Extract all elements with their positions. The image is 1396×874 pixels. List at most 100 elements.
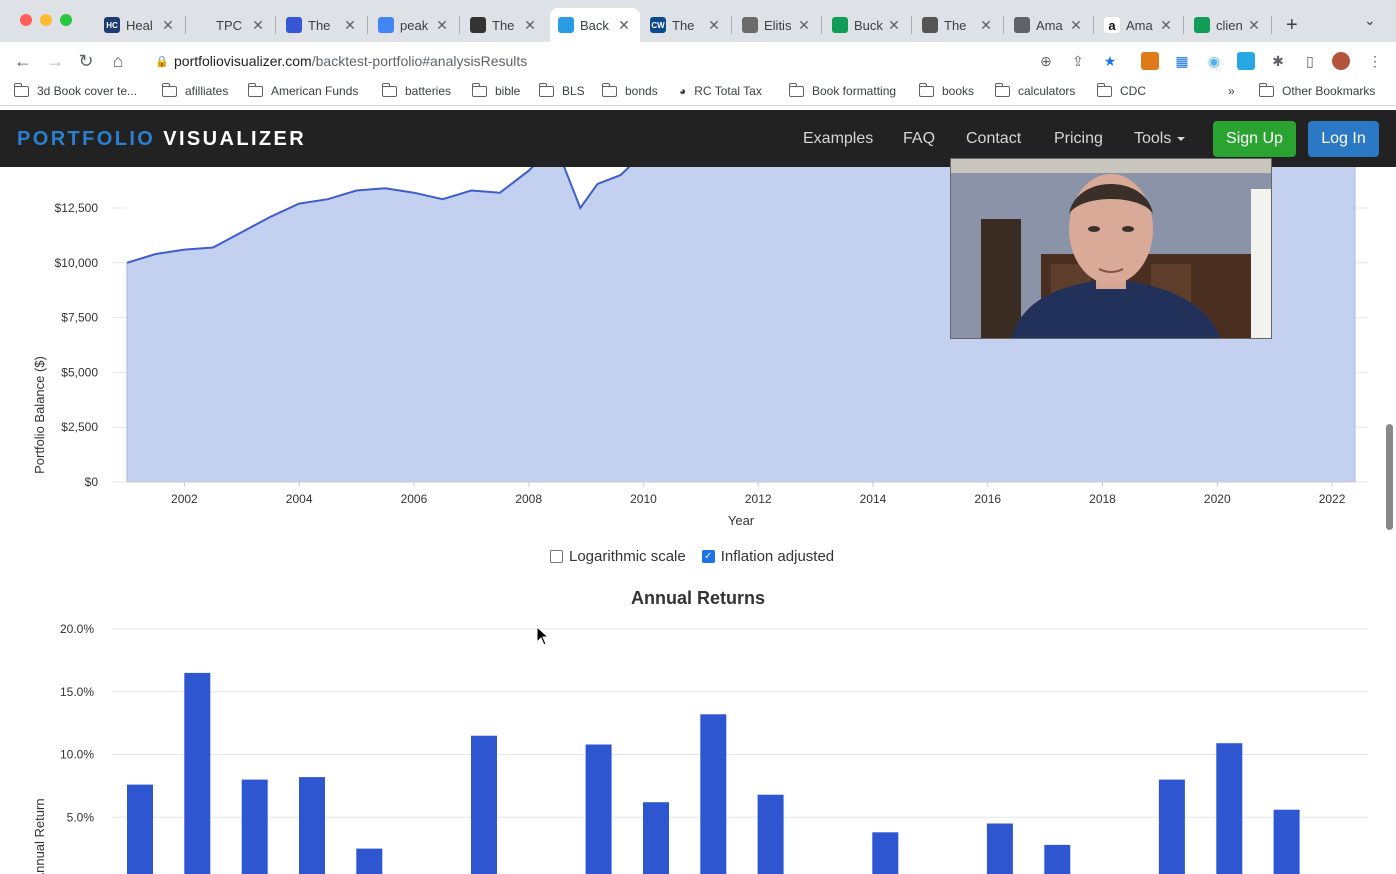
x-tick-label: 2022	[1319, 492, 1346, 506]
bookmark-item[interactable]: Book formatting	[789, 82, 896, 98]
inflation-adjusted-label[interactable]: Inflation adjusted	[721, 548, 834, 565]
x-tick-label: 2020	[1204, 492, 1231, 506]
ruler-icon	[922, 17, 938, 33]
browser-tab[interactable]: a Ama ✕	[1096, 8, 1182, 42]
bookmark-label: calculators	[1018, 84, 1076, 98]
bookmark-star-icon[interactable]: ★	[1101, 52, 1119, 70]
tab-title: Heal	[126, 17, 153, 33]
close-tab-icon[interactable]: ✕	[522, 17, 538, 34]
nav-faq[interactable]: FAQ	[903, 130, 935, 148]
address-bar[interactable]: 🔒 portfoliovisualizer.com/backtest-portf…	[142, 47, 1130, 75]
other-bookmarks-folder[interactable]: Other Bookmarks	[1259, 82, 1375, 98]
close-tab-icon[interactable]: ✕	[434, 17, 450, 34]
browser-tab[interactable]: Elitis ✕	[734, 8, 820, 42]
browser-tab[interactable]: TPC ✕	[186, 8, 274, 42]
extension-orange-icon[interactable]	[1141, 52, 1159, 70]
log-in-button[interactable]: Log In	[1308, 121, 1379, 157]
browser-tab[interactable]: Buck ✕	[824, 8, 910, 42]
tab-search-chevron-icon[interactable]: ⌄	[1364, 12, 1376, 29]
bookmark-item[interactable]: bonds	[602, 82, 658, 98]
bookmark-item[interactable]: CDC	[1097, 82, 1146, 98]
chart-options: Logarithmic scale ✓ Inflation adjusted	[550, 548, 834, 565]
close-tab-icon[interactable]: ✕	[706, 17, 722, 34]
forward-arrow-icon[interactable]: →	[44, 50, 66, 72]
folder-icon	[248, 82, 263, 97]
bookmark-item[interactable]: calculators	[995, 82, 1076, 98]
browser-tab[interactable]: CW The ✕	[642, 8, 730, 42]
browser-tab[interactable]: The ✕	[914, 8, 1002, 42]
bookmark-item[interactable]: batteries	[382, 82, 451, 98]
browser-tab[interactable]: The ✕	[278, 8, 366, 42]
close-tab-icon[interactable]: ✕	[1068, 17, 1084, 34]
reload-icon[interactable]: ↻	[75, 50, 97, 72]
sign-up-button[interactable]: Sign Up	[1213, 121, 1296, 157]
browser-tab[interactable]: Back ✕	[550, 8, 640, 42]
maximize-window-button[interactable]	[60, 14, 72, 26]
hc-icon: HC	[104, 17, 120, 33]
nav-contact[interactable]: Contact	[966, 130, 1021, 148]
bookmark-item[interactable]: books	[919, 82, 975, 98]
zoom-icon[interactable]: ⊕	[1037, 52, 1055, 70]
y-tick-label: $12,500	[55, 201, 99, 215]
annual-return-bar	[1044, 844, 1071, 874]
tab-separator	[275, 16, 276, 34]
tab-title: clien	[1216, 17, 1243, 33]
url-text: portfoliovisualizer.com/backtest-portfol…	[174, 53, 528, 69]
bookmarks-overflow-chevron-icon[interactable]: »	[1228, 84, 1235, 98]
bookmark-item[interactable]: bible	[472, 82, 521, 98]
close-tab-icon[interactable]: ✕	[886, 17, 902, 34]
extension-blue-icon[interactable]	[1237, 52, 1255, 70]
profile-avatar[interactable]	[1332, 52, 1350, 70]
browser-tab[interactable]: HC Heal ✕	[96, 8, 184, 42]
tab-title: Ama	[1126, 17, 1153, 33]
close-tab-icon[interactable]: ✕	[342, 17, 358, 34]
browser-tab[interactable]: Ama ✕	[1006, 8, 1092, 42]
bookmark-item[interactable]: 3d Book cover te...	[14, 82, 137, 98]
side-panel-icon[interactable]: ▯	[1301, 52, 1319, 70]
browser-menu-icon[interactable]: ⋮	[1366, 52, 1384, 70]
nav-pricing[interactable]: Pricing	[1054, 130, 1103, 148]
bookmark-item[interactable]: afilliates	[162, 82, 228, 98]
close-tab-icon[interactable]: ✕	[796, 17, 812, 34]
bookmark-item[interactable]: American Funds	[248, 82, 358, 98]
page-scrollbar[interactable]	[1386, 424, 1393, 530]
back-arrow-icon[interactable]: ←	[12, 50, 34, 72]
browser-tab[interactable]: The ✕	[462, 8, 546, 42]
y-axis-title: Portfolio Balance ($)	[32, 356, 47, 474]
log-scale-checkbox[interactable]	[550, 550, 563, 563]
close-tab-icon[interactable]: ✕	[160, 17, 176, 34]
tab-title: The	[492, 17, 515, 33]
extension-circle-icon[interactable]: ◉	[1205, 52, 1223, 70]
extensions-puzzle-icon[interactable]: ✱	[1269, 52, 1287, 70]
browser-tab[interactable]: clien ✕	[1186, 8, 1270, 42]
share-icon[interactable]: ⇪	[1069, 52, 1087, 70]
lock-icon[interactable]: 🔒	[150, 55, 174, 68]
close-tab-icon[interactable]: ✕	[1158, 17, 1174, 34]
bookmark-item[interactable]: BLS	[539, 82, 585, 98]
globe-dark-icon	[470, 17, 486, 33]
close-tab-icon[interactable]: ✕	[978, 17, 994, 34]
annual-return-bar	[184, 672, 211, 874]
browser-tab[interactable]: peak ✕	[370, 8, 458, 42]
nav-examples[interactable]: Examples	[803, 130, 873, 148]
mouse-cursor-icon	[536, 626, 550, 646]
tab-title: The	[944, 17, 967, 33]
home-icon[interactable]: ⌂	[107, 50, 129, 72]
bookmark-label: bible	[495, 84, 521, 98]
inflation-adjusted-checkbox[interactable]: ✓	[701, 550, 715, 563]
close-window-button[interactable]	[20, 14, 32, 26]
new-tab-button[interactable]: +	[1286, 14, 1298, 37]
bookmark-label: RC Total Tax	[694, 84, 762, 98]
site-logo[interactable]: PORTFOLIO VISUALIZER	[17, 128, 306, 151]
close-tab-icon[interactable]: ✕	[1246, 17, 1262, 34]
nav-tools[interactable]: Tools	[1134, 130, 1186, 148]
minimize-window-button[interactable]	[40, 14, 52, 26]
tab-separator	[459, 16, 460, 34]
log-scale-label[interactable]: Logarithmic scale	[569, 548, 686, 565]
close-tab-icon[interactable]: ✕	[616, 17, 632, 34]
bookmark-label: books	[942, 84, 975, 98]
extension-grid-icon[interactable]: ▦	[1173, 52, 1191, 70]
close-tab-icon[interactable]: ✕	[250, 17, 266, 34]
bookmark-item[interactable]: ◕ RC Total Tax	[679, 84, 762, 98]
y-tick-label: $7,500	[61, 311, 98, 325]
